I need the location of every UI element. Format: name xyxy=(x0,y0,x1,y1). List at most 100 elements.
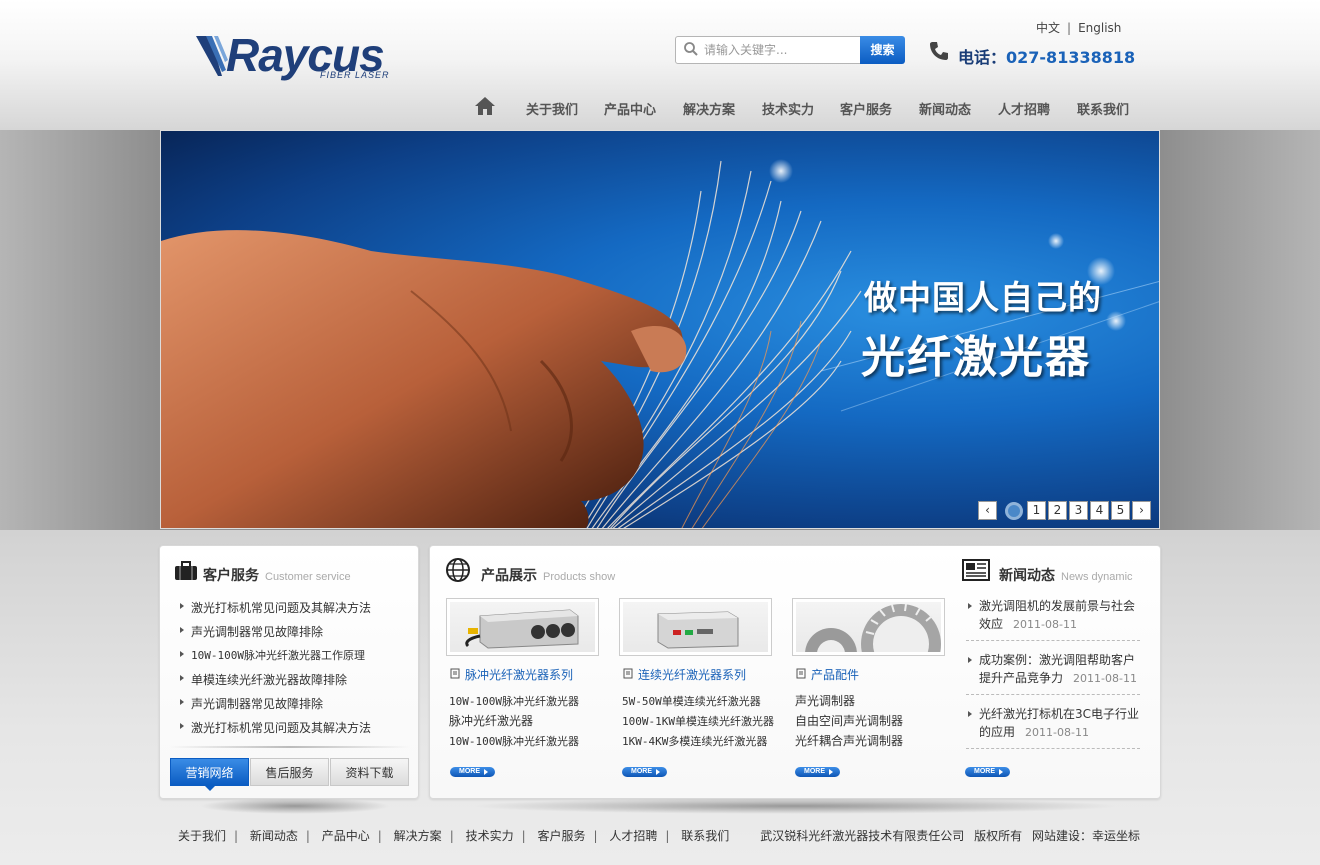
service-link-1[interactable]: 激光打标机常见问题及其解决方法 xyxy=(191,599,371,616)
products-title: 产品展示 Products show xyxy=(481,568,616,584)
more-button-accessories[interactable]: MORE xyxy=(795,767,840,777)
divider xyxy=(966,640,1140,641)
language-switch: 中文 | English xyxy=(1036,21,1122,35)
bullet-icon xyxy=(968,603,972,609)
category-cw-lasers[interactable]: 连续光纤激光器系列 xyxy=(638,666,746,683)
tab-sales-network[interactable]: 营销网络 xyxy=(170,758,249,786)
banner-next-button[interactable]: › xyxy=(1132,501,1151,520)
bullet-icon xyxy=(180,603,184,609)
home-icon[interactable] xyxy=(474,96,496,116)
banner-page-2[interactable]: 2 xyxy=(1048,501,1067,520)
gear-parts-image xyxy=(805,603,941,652)
nav-item-about[interactable]: 关于我们 xyxy=(526,99,578,118)
tab-after-sales[interactable]: 售后服务 xyxy=(250,758,329,786)
active-tab-pointer xyxy=(205,786,215,791)
footer-link[interactable]: 产品中心 xyxy=(322,829,370,843)
nav-item-technology[interactable]: 技术实力 xyxy=(762,99,814,118)
search-input[interactable]: 请输入关键字... xyxy=(675,36,861,64)
banner-play-indicator[interactable] xyxy=(1005,502,1023,520)
product-link[interactable]: 5W-50W单模连续光纤激光器 xyxy=(622,693,761,709)
divider xyxy=(966,748,1140,749)
footer-link[interactable]: 关于我们 xyxy=(178,829,226,843)
search-icon xyxy=(684,42,698,56)
logo-subtitle: FIBER LASER xyxy=(320,70,390,80)
globe-icon xyxy=(446,558,470,582)
product-image-accessories[interactable] xyxy=(792,598,945,656)
document-icon xyxy=(450,668,460,679)
footer-link[interactable]: 解决方案 xyxy=(394,829,442,843)
product-link[interactable]: 1KW-4KW多模连续光纤激光器 xyxy=(622,733,767,749)
nav-item-service[interactable]: 客户服务 xyxy=(840,99,892,118)
tab-downloads[interactable]: 资料下载 xyxy=(330,758,409,786)
news-item-1[interactable]: 激光调阻机的发展前景与社会效应 2011-08-11 xyxy=(979,597,1141,634)
more-button-cw[interactable]: MORE xyxy=(622,767,667,777)
product-image-cw[interactable] xyxy=(619,598,772,656)
banner-slogan-line1: 做中国人自己的 xyxy=(864,278,1102,317)
product-link[interactable]: 光纤耦合声光调制器 xyxy=(795,732,903,749)
banner-prev-button[interactable]: ‹ xyxy=(978,501,997,520)
banner-page-4[interactable]: 4 xyxy=(1090,501,1109,520)
lang-english-link[interactable]: English xyxy=(1078,21,1121,35)
customer-service-title: 客户服务 Customer service xyxy=(203,568,351,584)
raycus-logo[interactable]: Raycus FIBER LASER xyxy=(196,29,408,84)
document-icon xyxy=(623,668,633,679)
nav-item-contact[interactable]: 联系我们 xyxy=(1077,99,1129,118)
site-credit[interactable]: 网站建设：幸运坐标 xyxy=(1032,829,1140,843)
news-title: 新闻动态 News dynamic xyxy=(999,568,1133,584)
banner-page-5[interactable]: 5 xyxy=(1111,501,1130,520)
search-button[interactable]: 搜索 xyxy=(860,36,905,64)
service-link-5[interactable]: 声光调制器常见故障排除 xyxy=(191,695,323,712)
briefcase-icon xyxy=(175,561,197,580)
news-item-2[interactable]: 成功案例：激光调阻帮助客户提升产品竞争力 2011-08-11 xyxy=(979,651,1141,688)
bullet-icon xyxy=(968,657,972,663)
category-accessories[interactable]: 产品配件 xyxy=(811,666,859,683)
footer-copyright: 武汉锐科光纤激光器技术有限责任公司 版权所有 网站建设：幸运坐标 xyxy=(754,827,1140,844)
banner-page-1[interactable]: 1 xyxy=(1027,501,1046,520)
phone-number: 电话：027-81338818 xyxy=(958,48,1136,67)
footer-link[interactable]: 客户服务 xyxy=(537,829,585,843)
divider xyxy=(966,694,1140,695)
product-link[interactable]: 声光调制器 xyxy=(795,692,855,709)
bullet-icon xyxy=(180,627,184,633)
product-link[interactable]: 100W-1KW单模连续光纤激光器 xyxy=(622,713,774,729)
category-pulse-lasers[interactable]: 脉冲光纤激光器系列 xyxy=(465,666,573,683)
product-link[interactable]: 脉冲光纤激光器 xyxy=(449,712,533,729)
pulse-laser-image xyxy=(465,609,579,649)
newspaper-icon xyxy=(962,559,990,581)
nav-item-products[interactable]: 产品中心 xyxy=(604,99,656,118)
news-item-3[interactable]: 光纤激光打标机在3C电子行业的应用 2011-08-11 xyxy=(979,705,1141,742)
nav-item-news[interactable]: 新闻动态 xyxy=(919,99,971,118)
bullet-icon xyxy=(180,675,184,681)
product-image-pulse[interactable] xyxy=(446,598,599,656)
lang-chinese-link[interactable]: 中文 xyxy=(1036,21,1060,35)
footer-link[interactable]: 新闻动态 xyxy=(250,829,298,843)
service-link-4[interactable]: 单模连续光纤激光器故障排除 xyxy=(191,671,347,688)
product-link[interactable]: 10W-100W脉冲光纤激光器 xyxy=(449,733,579,749)
product-link[interactable]: 自由空间声光调制器 xyxy=(795,712,903,729)
footer-link[interactable]: 人才招聘 xyxy=(609,829,657,843)
bullet-icon xyxy=(968,711,972,717)
hero-banner[interactable]: 做中国人自己的 光纤激光器 ‹ 1 2 3 4 5 › xyxy=(160,130,1160,529)
site-header: Raycus FIBER LASER 中文 | English 请输入关键字... … xyxy=(0,0,1320,130)
document-icon xyxy=(796,668,806,679)
bullet-icon xyxy=(180,723,184,729)
banner-slogan-line2: 光纤激光器 xyxy=(861,332,1091,383)
more-button-pulse[interactable]: MORE xyxy=(450,767,495,777)
rights-text: 版权所有 xyxy=(974,829,1023,843)
panel-shadow xyxy=(470,798,1120,814)
nav-item-solutions[interactable]: 解决方案 xyxy=(683,99,735,118)
service-link-2[interactable]: 声光调制器常见故障排除 xyxy=(191,623,323,640)
company-name: 武汉锐科光纤激光器技术有限责任公司 xyxy=(760,829,965,843)
divider xyxy=(170,746,410,748)
footer-nav: 关于我们 | 新闻动态 | 产品中心 | 解决方案 | 技术实力 | 客户服务 | 人才招聘… xyxy=(178,829,730,843)
more-button-news[interactable]: MORE xyxy=(965,767,1010,777)
banner-page-3[interactable]: 3 xyxy=(1069,501,1088,520)
nav-item-careers[interactable]: 人才招聘 xyxy=(998,99,1050,118)
footer-link[interactable]: 联系我们 xyxy=(681,829,729,843)
panel-shadow xyxy=(200,798,390,814)
product-link[interactable]: 10W-100W脉冲光纤激光器 xyxy=(449,693,579,709)
service-link-3[interactable]: 10W-100W脉冲光纤激光器工作原理 xyxy=(191,647,365,663)
footer-link[interactable]: 技术实力 xyxy=(466,829,514,843)
service-link-6[interactable]: 激光打标机常见问题及其解决方法 xyxy=(191,719,371,736)
phone-icon xyxy=(930,42,948,60)
